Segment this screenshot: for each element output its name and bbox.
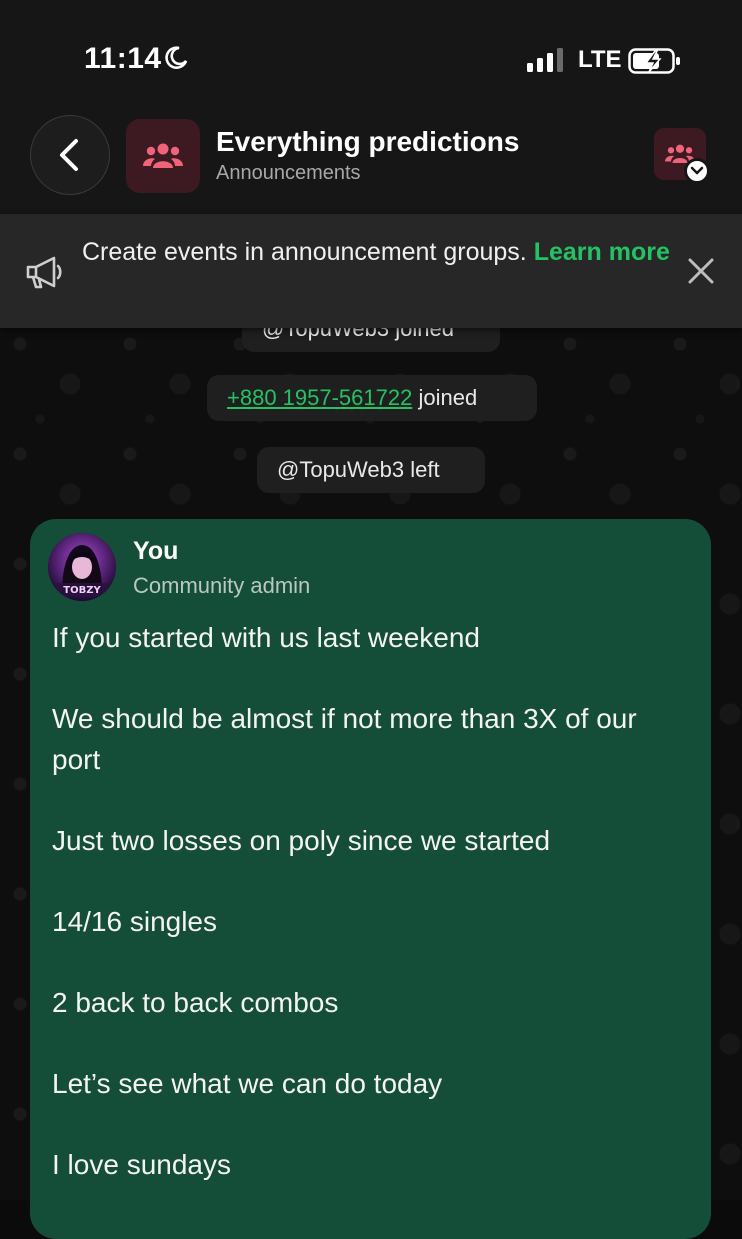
system-message-text: @TopuWeb3 left xyxy=(277,457,440,482)
avatar-label: TOBZY xyxy=(63,585,101,596)
message-line: Just two losses on poly since we started xyxy=(52,825,551,856)
system-message: +880 1957-561722 joined xyxy=(207,375,537,421)
sender-role: Community admin xyxy=(133,573,311,598)
message-line: 14/16 singles xyxy=(52,906,218,937)
chat-title[interactable]: Everything predictions xyxy=(216,126,519,158)
system-message: @TopuWeb3 left xyxy=(257,447,485,493)
message-bubble[interactable]: TOBZY You Community admin If you started… xyxy=(30,519,711,1239)
chevron-left-icon xyxy=(60,139,78,171)
chat-header: Everything predictions Announcements xyxy=(0,110,742,214)
back-button[interactable] xyxy=(30,115,110,195)
network-label: LTE xyxy=(578,46,622,73)
message-line: If you started with us last weekend xyxy=(52,622,480,653)
status-bar: 11:14 LTE xyxy=(0,0,742,110)
announcement-banner: Create events in announcement groups. Le… xyxy=(0,214,742,328)
dropdown-badge[interactable] xyxy=(684,158,710,184)
avatar-image: TOBZY xyxy=(48,533,116,601)
banner-text: Create events in announcement groups. Le… xyxy=(82,238,670,266)
megaphone-icon xyxy=(26,256,62,289)
learn-more-link[interactable]: Learn more xyxy=(534,238,670,266)
moon-icon xyxy=(165,46,188,69)
message-text: If you started with us last weekend We s… xyxy=(52,617,692,1225)
signal-icon xyxy=(527,48,563,72)
battery-charging-icon xyxy=(628,48,680,74)
chevron-down-icon xyxy=(690,166,704,175)
chat-subtitle[interactable]: Announcements xyxy=(216,162,361,185)
system-message-text: joined xyxy=(412,385,478,410)
group-people-icon xyxy=(143,143,183,168)
clock: 11:14 xyxy=(84,42,162,75)
message-line: 2 back to back combos xyxy=(52,987,339,1018)
group-avatar[interactable] xyxy=(126,119,200,193)
message-line: Let’s see what we can do today xyxy=(52,1068,443,1099)
sender-avatar[interactable]: TOBZY xyxy=(48,533,116,601)
close-icon[interactable] xyxy=(686,256,716,286)
message-line: We should be almost if not more than 3X … xyxy=(52,703,637,775)
sender-name[interactable]: You xyxy=(133,537,178,566)
message-line: I love sundays xyxy=(52,1149,231,1180)
phone-number-link[interactable]: +880 1957-561722 xyxy=(227,385,412,410)
